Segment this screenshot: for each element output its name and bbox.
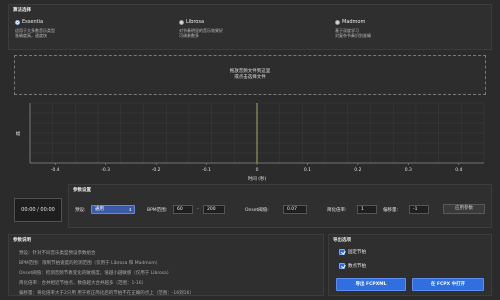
- note-line: Onset阈值：检测音频节奏变化的敏感度，值越小越敏感（仅用于 Librosa）: [19, 271, 172, 276]
- note-line: 预设：针对不同音乐类型预设参数组合: [19, 251, 96, 256]
- algorithm-option-essentia[interactable]: Essentia 适用于大多数音乐类型 准确度高，速度快: [15, 19, 105, 38]
- open-in-fcpx-button[interactable]: 在 FCPX 中打开: [412, 278, 484, 291]
- algorithm-option-librosa[interactable]: Librosa 对节奏明显的音乐效果好 可调参数多: [179, 19, 269, 38]
- simplify-label: 简化倍率:: [327, 208, 347, 213]
- algorithm-panel: 算法选择 Essentia 适用于大多数音乐类型 准确度高，速度快 Libros…: [8, 4, 492, 50]
- x-tick-label: 0.1: [304, 167, 311, 173]
- fixed-beat-label: 固定节拍: [348, 250, 366, 255]
- x-tick-label: 0.2: [354, 167, 361, 173]
- time-display: 00:00 / 00:00: [14, 198, 62, 222]
- preset-label: 预设:: [75, 208, 86, 213]
- preset-select[interactable]: 通用 ⇕: [91, 205, 135, 214]
- essentia-radio[interactable]: [15, 19, 20, 25]
- marker-beat-checkbox[interactable]: [339, 263, 345, 269]
- note-line: 简化倍率：合并相近节拍点，数值越大合并越多（范围：1-16）: [19, 281, 147, 286]
- waveform-svg: -0.4 -0.3 -0.2 -0.1 0 0.1 0.2 0.3 0.4 时间 (秒) 幅: [16, 102, 485, 182]
- params-title: 参数设置: [73, 188, 91, 193]
- chevron-updown-icon: ⇕: [128, 207, 132, 212]
- file-drop-zone[interactable]: 拖放音频文件到这里 或点击选择文件: [14, 55, 486, 95]
- export-fcpxml-button[interactable]: 导出 FCPXML: [336, 278, 406, 291]
- fixed-beat-checkbox[interactable]: [339, 249, 345, 255]
- x-axis-label: 时间 (秒): [248, 175, 267, 182]
- x-tick-label: 0: [256, 167, 259, 173]
- librosa-radio[interactable]: [179, 19, 184, 25]
- note-line: 偏移量：将化倍率大于2只用 用于修正简化后的节拍不在正确的点上（范围：-16到1…: [19, 291, 194, 296]
- y-axis-label: 幅: [16, 130, 21, 137]
- x-tick-label: -0.2: [152, 167, 161, 173]
- drop-zone-line-2: 或点击选择文件: [234, 75, 266, 80]
- onset-input[interactable]: 0.07: [283, 205, 307, 214]
- apply-params-button[interactable]: 应用参数: [443, 204, 485, 214]
- x-tick-label: -0.4: [51, 167, 60, 173]
- notes-panel: 参数说明 预设：针对不同音乐类型预设参数组合 BPM范围：限制节拍速度的检测范围…: [8, 234, 324, 296]
- note-line: BPM范围：限制节拍速度的检测范围（仅用于 Librosa 和 Madmom）: [19, 261, 161, 266]
- bpm-min-input[interactable]: 60: [173, 205, 193, 214]
- librosa-label: Librosa: [186, 19, 205, 25]
- params-panel: 参数设置 预设: 通用 ⇕ BPM范围: 60 - 200 Onset阈值: 0…: [68, 184, 492, 228]
- madmom-desc-2: 对复杂节奏识别准确: [335, 32, 371, 38]
- export-title: 导出选项: [333, 238, 351, 243]
- x-tick-label: -0.1: [202, 167, 211, 173]
- essentia-desc-2: 准确度高，速度快: [15, 32, 47, 38]
- x-tick-label: 0.4: [455, 167, 462, 173]
- preset-value: 通用: [95, 207, 104, 212]
- algorithm-option-madmom[interactable]: Madmom 基于深度学习 对复杂节奏识别准确: [335, 19, 425, 38]
- offset-input[interactable]: -1: [409, 205, 429, 214]
- x-tick-label: 0.3: [405, 167, 412, 173]
- x-tick-label: -0.3: [101, 167, 110, 173]
- fixed-beat-option[interactable]: 固定节拍: [339, 249, 366, 256]
- bpm-max-input[interactable]: 200: [203, 205, 225, 214]
- onset-label: Onset阈值:: [245, 208, 269, 213]
- algorithm-title: 算法选择: [13, 8, 31, 13]
- bpm-label: BPM范围:: [147, 208, 168, 213]
- waveform-chart[interactable]: -0.4 -0.3 -0.2 -0.1 0 0.1 0.2 0.3 0.4 时间 (秒) 幅: [8, 99, 492, 183]
- marker-beat-option[interactable]: 数点节拍: [339, 263, 366, 270]
- offset-label: 偏移量:: [383, 208, 399, 213]
- madmom-radio[interactable]: [335, 19, 340, 25]
- bpm-dash: -: [197, 207, 199, 212]
- madmom-label: Madmom: [342, 19, 366, 25]
- librosa-desc-2: 可调参数多: [179, 32, 199, 38]
- marker-beat-label: 数点节拍: [348, 264, 366, 269]
- essentia-label: Essentia: [22, 19, 44, 25]
- notes-title: 参数说明: [13, 238, 31, 243]
- simplify-input[interactable]: 1: [357, 205, 377, 214]
